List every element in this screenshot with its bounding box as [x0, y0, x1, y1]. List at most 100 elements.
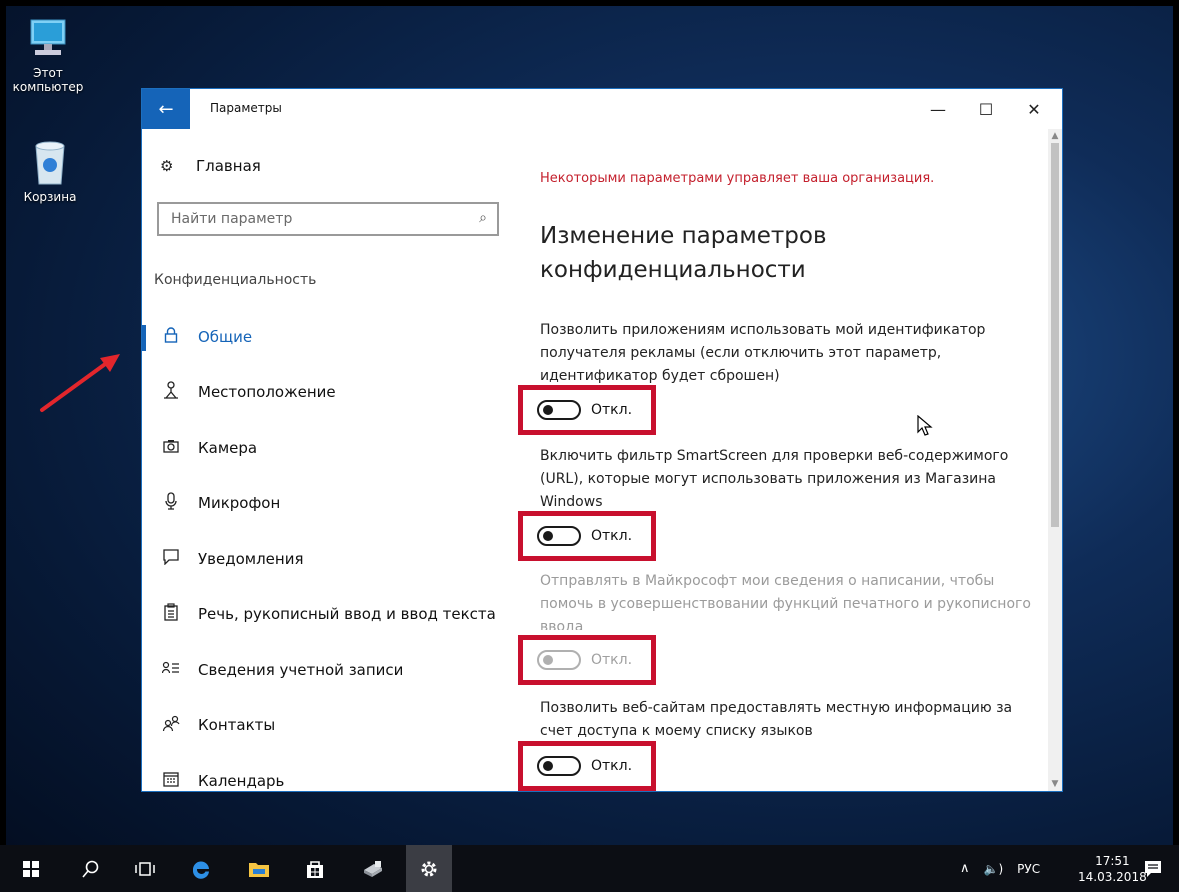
toggle-state-label: Откл. [591, 402, 633, 418]
toggle-state-label: Откл. [591, 528, 633, 544]
computer-icon [30, 19, 66, 55]
sidebar-item-account-info[interactable]: Сведения учетной записи [142, 642, 512, 698]
section-title: Конфиденциальность [154, 272, 317, 288]
camera-icon [162, 439, 180, 457]
close-button[interactable]: ✕ [1010, 89, 1058, 129]
toggle-state-label: Откл. [591, 652, 633, 668]
windows-logo-icon [23, 860, 39, 877]
sidebar-item-general[interactable]: Общие [142, 309, 512, 365]
desktop-icon-this-pc[interactable]: Этот компьютер [8, 18, 88, 94]
toggle-state-label: Откл. [591, 758, 633, 774]
settings-window: ← Параметры — ☐ ✕ ⚙ Главная Найти параме… [141, 88, 1063, 792]
contacts-icon [162, 715, 180, 735]
red-arrow-annotation [40, 354, 120, 412]
screen-frame-top [0, 0, 1179, 6]
edge-button[interactable] [178, 845, 224, 892]
option-description: Позволить приложениям использовать мой и… [540, 322, 986, 384]
desktop-icon-recycle-bin[interactable]: Корзина [10, 138, 90, 204]
sidebar-item-notifications[interactable]: Уведомления [142, 531, 512, 587]
sidebar-item-camera[interactable]: Камера [142, 420, 512, 476]
search-placeholder: Найти параметр [171, 211, 293, 227]
smartscreen-toggle[interactable]: Откл. [518, 511, 656, 561]
system-tray: ∧ 🔈) РУС [960, 845, 1040, 892]
action-center-button[interactable] [1133, 845, 1173, 892]
sidebar-item-label: Микрофон [198, 494, 281, 513]
screen-frame-left [0, 0, 6, 892]
network-drive-icon [364, 860, 382, 877]
taskbar: ∧ 🔈) РУС 17:51 14.03.2018 [0, 845, 1179, 892]
scrollbar-thumb[interactable] [1051, 143, 1059, 527]
toggle-switch[interactable] [537, 756, 581, 776]
sidebar-item-microphone[interactable]: Микрофон [142, 476, 512, 532]
task-view-button[interactable] [122, 845, 168, 892]
sidebar: ⚙ Главная Найти параметр ⌕ Конфиденциаль… [142, 129, 512, 791]
scroll-down-icon[interactable]: ▼ [1048, 777, 1062, 791]
search-button[interactable] [68, 845, 114, 892]
volume-icon[interactable]: 🔈) [984, 862, 1004, 876]
maximize-button[interactable]: ☐ [962, 89, 1010, 129]
app-button[interactable] [350, 845, 396, 892]
speech-icon [162, 603, 180, 625]
sidebar-item-contacts[interactable]: Контакты [142, 698, 512, 754]
sidebar-item-label: Контакты [198, 716, 276, 735]
notifications-icon [162, 549, 180, 569]
gear-icon: ⚙ [160, 157, 174, 175]
sidebar-item-speech[interactable]: Речь, рукописный ввод и ввод текста [142, 587, 512, 643]
recycle-bin-icon [35, 141, 65, 185]
store-button[interactable] [292, 845, 338, 892]
chevron-up-icon[interactable]: ∧ [960, 861, 970, 876]
sidebar-item-calendar[interactable]: Календарь [142, 753, 512, 791]
home-label: Главная [196, 157, 261, 175]
minimize-button[interactable]: — [914, 89, 962, 129]
back-arrow-icon: ← [158, 98, 174, 120]
scroll-up-icon[interactable]: ▲ [1048, 129, 1062, 143]
sidebar-item-label: Камера [198, 438, 258, 457]
back-button[interactable]: ← [142, 89, 190, 129]
settings-button[interactable] [406, 845, 452, 892]
account-info-icon [161, 661, 180, 679]
language-list-toggle[interactable]: Откл. [518, 741, 656, 791]
maximize-icon: ☐ [978, 99, 994, 119]
scrollbar[interactable]: ▲ ▼ [1048, 129, 1062, 791]
file-explorer-button[interactable] [236, 845, 282, 892]
sidebar-item-label: Сведения учетной записи [198, 660, 404, 679]
sidebar-item-label: Речь, рукописный ввод и ввод текста [198, 605, 496, 624]
action-center-icon [1145, 860, 1161, 877]
minimize-icon: — [930, 99, 946, 119]
sidebar-item-label: Местоположение [198, 383, 336, 402]
toggle-switch [537, 650, 581, 670]
typing-info-toggle: Откл. [518, 635, 656, 685]
desktop-icon-label: Этот компьютер [12, 66, 84, 94]
microphone-icon [162, 492, 180, 514]
edge-icon [192, 860, 209, 879]
search-icon [82, 860, 99, 878]
sidebar-home-link[interactable]: ⚙ Главная [160, 157, 261, 175]
task-view-icon [135, 861, 155, 876]
mouse-cursor-icon [917, 415, 933, 436]
gear-icon [421, 861, 437, 876]
search-icon: ⌕ [479, 210, 487, 226]
window-title: Параметры [210, 101, 282, 115]
sidebar-item-label: Календарь [198, 771, 285, 790]
desktop-icon-label: Корзина [23, 190, 77, 204]
folder-icon [249, 862, 269, 877]
calendar-icon [162, 771, 180, 791]
sidebar-item-label: Общие [198, 327, 253, 346]
start-button[interactable] [8, 845, 54, 892]
sidebar-nav: Общие Местоположение Камера Микрофон Уве… [142, 309, 512, 791]
organization-notice: Некоторыми параметрами управляет ваша ор… [540, 171, 935, 186]
store-icon [307, 860, 323, 878]
page-title: Изменение параметров конфиденциальности [540, 223, 827, 283]
option-description: Отправлять в Майкрософт мои сведения о н… [540, 573, 1031, 630]
sidebar-item-location[interactable]: Местоположение [142, 365, 512, 421]
search-input[interactable]: Найти параметр ⌕ [157, 202, 499, 236]
title-bar[interactable]: ← Параметры — ☐ ✕ [142, 89, 1062, 129]
advertising-id-toggle[interactable]: Откл. [518, 385, 656, 435]
language-indicator[interactable]: РУС [1017, 862, 1040, 876]
screen-frame-right [1173, 0, 1179, 892]
toggle-switch[interactable] [537, 526, 581, 546]
toggle-switch[interactable] [537, 400, 581, 420]
location-icon [162, 381, 180, 403]
option-description: Позволить веб-сайтам предоставлять местн… [540, 700, 1013, 739]
close-icon: ✕ [1027, 99, 1041, 119]
